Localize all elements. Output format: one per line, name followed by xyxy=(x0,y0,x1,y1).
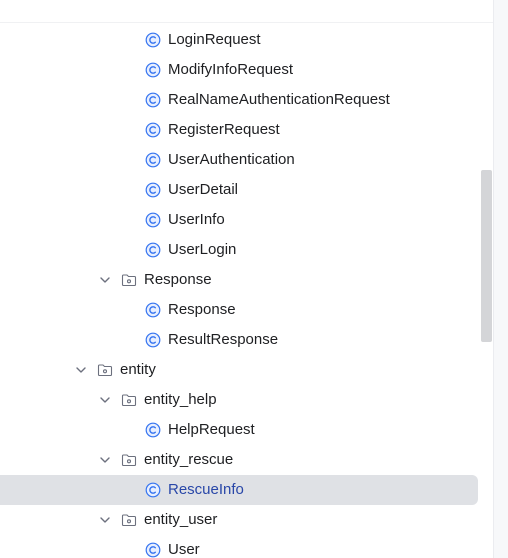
tree-item-label: UserDetail xyxy=(168,181,239,198)
java-class-icon xyxy=(145,212,161,228)
tree-class-item[interactable]: User xyxy=(0,535,480,558)
chevron-down-icon[interactable] xyxy=(97,512,113,528)
tree-package-item[interactable]: entity_rescue xyxy=(0,445,480,475)
tree-item-label: entity xyxy=(120,361,156,378)
tree-item-label: UserInfo xyxy=(168,211,225,228)
tree-item-label: RescueInfo xyxy=(168,481,244,498)
java-class-icon xyxy=(145,302,161,318)
tree-item-label: LoginRequest xyxy=(168,31,261,48)
java-class-icon xyxy=(145,332,161,348)
chevron-down-icon[interactable] xyxy=(97,272,113,288)
tree-item-label: entity_user xyxy=(144,511,218,528)
java-class-icon xyxy=(145,422,161,438)
tree-class-item[interactable]: HelpRequest xyxy=(0,415,480,445)
tree-class-item[interactable]: UserDetail xyxy=(0,175,480,205)
tree-class-item[interactable]: UserAuthentication xyxy=(0,145,480,175)
tree-class-item[interactable]: RegisterRequest xyxy=(0,115,480,145)
tree-top-strip xyxy=(0,0,493,23)
tree-item-label: UserAuthentication xyxy=(168,151,295,168)
tree-class-item[interactable]: ResultResponse xyxy=(0,325,480,355)
tree-item-label: RealNameAuthenticationRequest xyxy=(168,91,390,108)
tree-class-item[interactable]: Response xyxy=(0,295,480,325)
java-class-icon xyxy=(145,152,161,168)
tree-package-item[interactable]: entity_user xyxy=(0,505,480,535)
chevron-down-icon[interactable] xyxy=(97,392,113,408)
tree-item-label: entity_help xyxy=(144,391,217,408)
package-folder-icon xyxy=(97,362,113,378)
tree-item-label: HelpRequest xyxy=(168,421,255,438)
java-class-icon xyxy=(145,32,161,48)
tree-item-label: Response xyxy=(144,271,212,288)
tree-item-label: UserLogin xyxy=(168,241,237,258)
java-class-icon xyxy=(145,122,161,138)
tree-package-item[interactable]: Response xyxy=(0,265,480,295)
tree-item-label: ModifyInfoRequest xyxy=(168,61,294,78)
package-folder-icon xyxy=(121,272,137,288)
tree-class-item[interactable]: LoginRequest xyxy=(0,25,480,55)
java-class-icon xyxy=(145,542,161,558)
package-folder-icon xyxy=(121,512,137,528)
chevron-down-icon[interactable] xyxy=(73,362,89,378)
tree-class-item[interactable]: RescueInfo xyxy=(0,475,478,505)
tree-item-label: ResultResponse xyxy=(168,331,279,348)
package-folder-icon xyxy=(121,392,137,408)
scrollbar-track[interactable] xyxy=(493,0,508,558)
scrollbar-thumb[interactable] xyxy=(481,170,492,342)
tree-class-item[interactable]: UserLogin xyxy=(0,235,480,265)
package-folder-icon xyxy=(121,452,137,468)
java-class-icon xyxy=(145,62,161,78)
chevron-down-icon[interactable] xyxy=(97,452,113,468)
tree-item-label: entity_rescue xyxy=(144,451,234,468)
tree-class-item[interactable]: ModifyInfoRequest xyxy=(0,55,480,85)
tree-item-label: User xyxy=(168,541,200,558)
java-class-icon xyxy=(145,242,161,258)
java-class-icon xyxy=(145,92,161,108)
java-class-icon xyxy=(145,482,161,498)
tree-package-item[interactable]: entity_help xyxy=(0,385,480,415)
tree-class-item[interactable]: RealNameAuthenticationRequest xyxy=(0,85,480,115)
java-class-icon xyxy=(145,182,161,198)
project-tree: LoginRequest ModifyInfoRequest RealNameAut… xyxy=(0,0,493,558)
tree-class-item[interactable]: UserInfo xyxy=(0,205,480,235)
tree-item-label: Response xyxy=(168,301,236,318)
tree-package-item[interactable]: entity xyxy=(0,355,480,385)
tree-item-label: RegisterRequest xyxy=(168,121,280,138)
